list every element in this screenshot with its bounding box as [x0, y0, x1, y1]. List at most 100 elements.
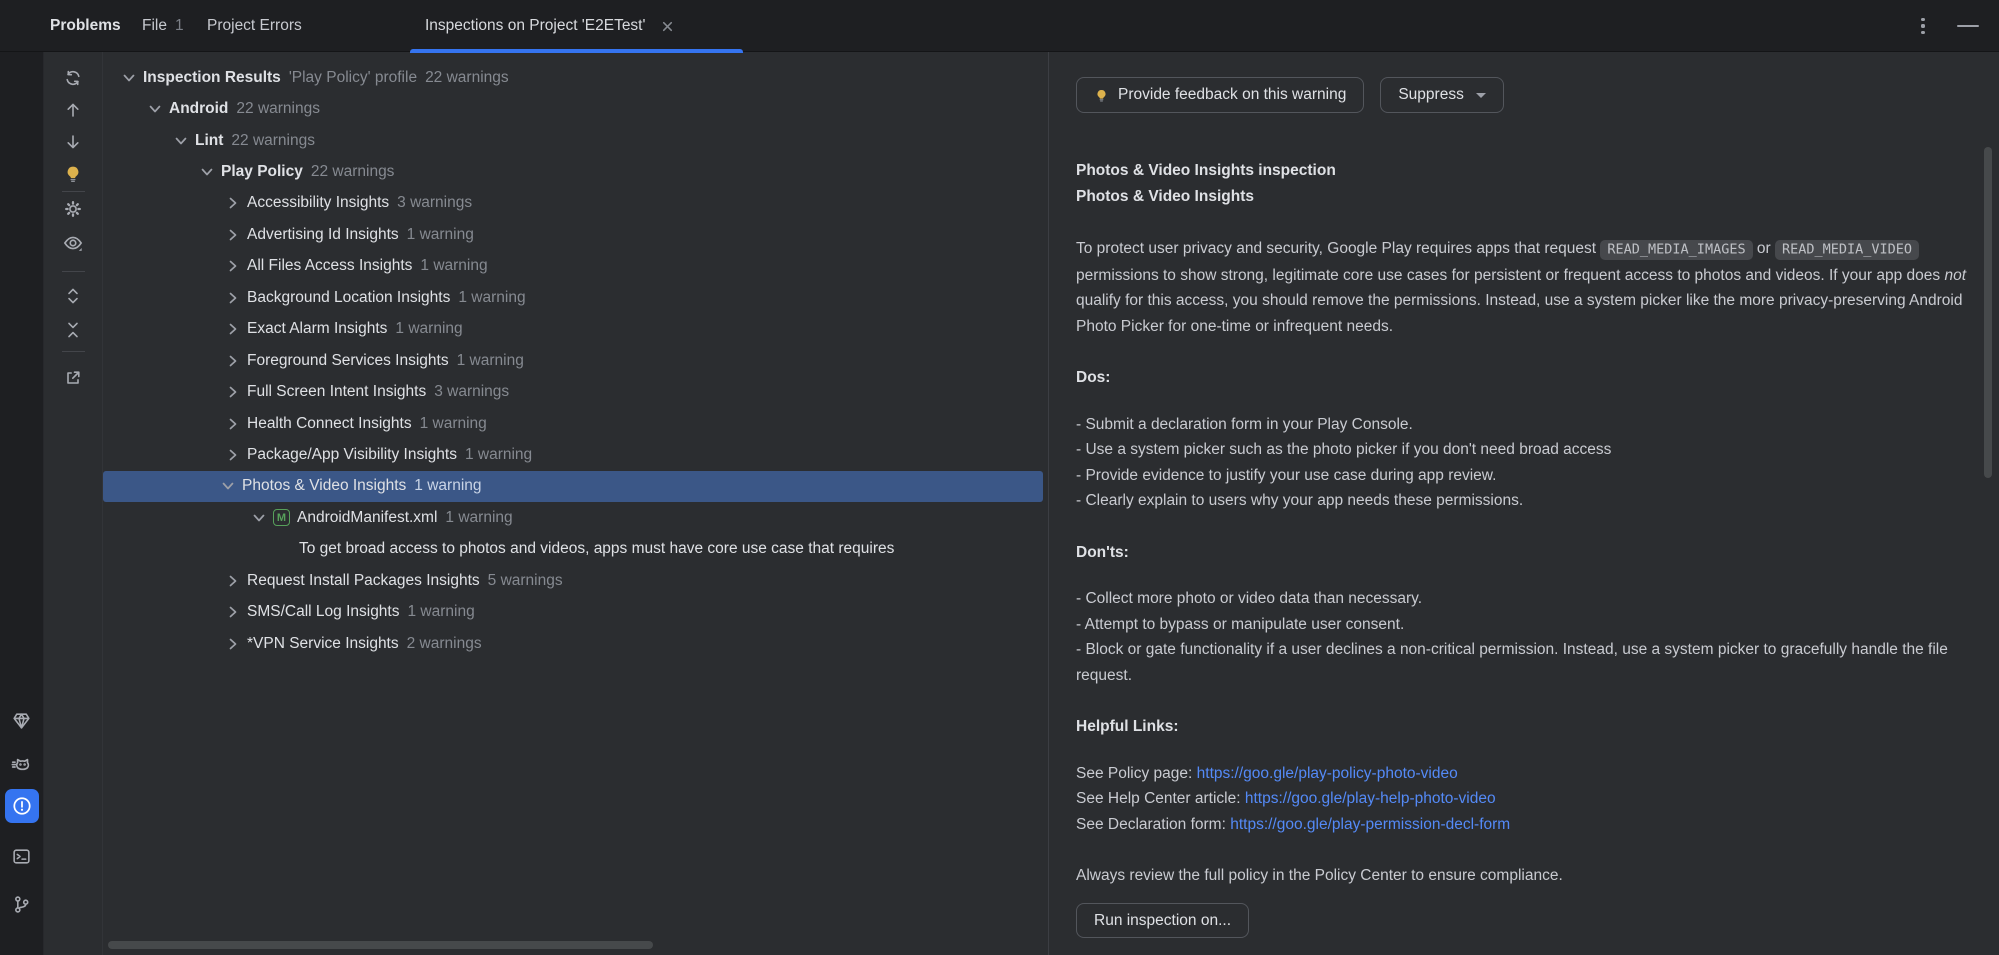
- inspection-settings-button[interactable]: [59, 195, 87, 223]
- tool-window-stripe: [0, 52, 44, 955]
- chevron-right-icon[interactable]: [226, 605, 247, 619]
- warning-count: 1 warning: [458, 289, 525, 307]
- tree-row-all-files-access-insights[interactable]: All Files Access Insights1 warning: [103, 251, 1048, 282]
- permission-code-chip: READ_MEDIA_VIDEO: [1775, 240, 1919, 260]
- rerun-inspection-button[interactable]: [59, 64, 87, 92]
- warning-count: 22 warnings: [231, 132, 315, 150]
- sidebar-item-terminal[interactable]: [8, 842, 36, 870]
- tree-row-label: Play Policy: [221, 163, 303, 181]
- arrow-up-icon: [63, 100, 83, 120]
- expand-all-button[interactable]: [59, 282, 87, 310]
- tree-row-androidmanifest-xml[interactable]: MAndroidManifest.xml1 warning: [103, 502, 1048, 533]
- tree-row-accessibility-insights[interactable]: Accessibility Insights3 warnings: [103, 188, 1048, 219]
- horizontal-scrollbar-thumb[interactable]: [108, 941, 653, 949]
- chevron-right-icon[interactable]: [226, 322, 247, 336]
- run-inspection-label: Run inspection on...: [1094, 912, 1231, 930]
- chevron-right-icon[interactable]: [226, 196, 247, 210]
- tree-row-label: Lint: [195, 132, 223, 150]
- inspection-results-tree: Inspection Results'Play Policy' profile2…: [103, 52, 1048, 955]
- chevron-right-icon[interactable]: [226, 448, 247, 462]
- tree-row-android[interactable]: Android22 warnings: [103, 93, 1048, 124]
- hyperlink[interactable]: https://goo.gle/play-policy-photo-video: [1197, 765, 1458, 782]
- tree-row--vpn-service-insights[interactable]: *VPN Service Insights2 warnings: [103, 628, 1048, 659]
- vertical-scrollbar-thumb[interactable]: [1984, 147, 1992, 478]
- collapse-all-button[interactable]: [59, 316, 87, 344]
- tree-row-label: Accessibility Insights: [247, 194, 389, 212]
- tree-row-label: Background Location Insights: [247, 289, 450, 307]
- tree-row-subtitle: 'Play Policy' profile: [289, 69, 417, 87]
- minimize-icon[interactable]: [1957, 25, 1979, 28]
- problems-exclamation-icon: [11, 795, 33, 817]
- warning-count: 22 warnings: [425, 69, 509, 87]
- tab-file[interactable]: File1: [142, 0, 184, 52]
- text-segment: Don'ts:: [1076, 544, 1129, 561]
- description-paragraph: - Collect more photo or video data than …: [1076, 586, 1973, 688]
- hyperlink[interactable]: https://goo.gle/play-permission-decl-for…: [1230, 816, 1510, 833]
- warning-count: 1 warning: [465, 446, 532, 464]
- view-options-button[interactable]: [59, 229, 87, 257]
- inspection-title: Photos & Video Insights inspection: [1076, 158, 1973, 184]
- warning-count: 5 warnings: [488, 572, 563, 590]
- chevron-right-icon[interactable]: [226, 417, 247, 431]
- toolbar-separator: [62, 271, 85, 272]
- chevron-right-icon[interactable]: [226, 385, 247, 399]
- eye-icon: [62, 232, 84, 254]
- toolbar-separator: [62, 191, 85, 192]
- sidebar-item-logcat[interactable]: [8, 752, 36, 780]
- toolbar-separator: [62, 351, 85, 352]
- tab-close-icon[interactable]: [659, 18, 675, 34]
- tree-row-photos-video-insights[interactable]: Photos & Video Insights1 warning: [103, 471, 1043, 502]
- more-options-kebab-icon[interactable]: [1915, 18, 1931, 34]
- sidebar-item-problems[interactable]: [5, 789, 39, 823]
- text-segment: See Policy page:: [1076, 765, 1197, 782]
- next-problem-button[interactable]: [59, 128, 87, 156]
- description-paragraph: See Policy page: https://goo.gle/play-po…: [1076, 761, 1973, 838]
- tree-row-foreground-services-insights[interactable]: Foreground Services Insights1 warning: [103, 345, 1048, 376]
- suppress-button[interactable]: Suppress: [1380, 77, 1503, 113]
- chevron-down-icon[interactable]: [252, 511, 273, 525]
- tree-row-label: Health Connect Insights: [247, 415, 412, 433]
- tree-row-advertising-id-insights[interactable]: Advertising Id Insights1 warning: [103, 219, 1048, 250]
- details-action-row: Provide feedback on this warning Suppres…: [1076, 77, 1504, 113]
- apply-quickfix-button[interactable]: [59, 160, 87, 188]
- tree-warning-message[interactable]: To get broad access to photos and videos…: [103, 534, 1048, 565]
- warning-count: 1 warning: [395, 320, 462, 338]
- permission-code-chip: READ_MEDIA_IMAGES: [1600, 240, 1752, 260]
- git-branch-icon: [11, 894, 32, 915]
- tree-row-play-policy[interactable]: Play Policy22 warnings: [103, 156, 1048, 187]
- previous-problem-button[interactable]: [59, 96, 87, 124]
- run-inspection-button[interactable]: Run inspection on...: [1076, 903, 1249, 938]
- chevron-right-icon[interactable]: [226, 637, 247, 651]
- hyperlink[interactable]: https://goo.gle/play-help-photo-video: [1245, 790, 1496, 807]
- tree-row-lint[interactable]: Lint 22 warnings: [103, 125, 1048, 156]
- tree-row-background-location-insights[interactable]: Background Location Insights 1 warning: [103, 282, 1048, 313]
- chevron-right-icon[interactable]: [226, 259, 247, 273]
- chevron-down-icon[interactable]: [221, 479, 242, 493]
- tree-row-exact-alarm-insights[interactable]: Exact Alarm Insights1 warning: [103, 314, 1048, 345]
- tool-window-title[interactable]: Problems: [50, 0, 121, 52]
- tree-row-full-screen-intent-insights[interactable]: Full Screen Intent Insights3 warnings: [103, 376, 1048, 407]
- chevron-down-icon[interactable]: [174, 134, 195, 148]
- sidebar-item-plugin[interactable]: [8, 706, 36, 734]
- tree-row-health-connect-insights[interactable]: Health Connect Insights1 warning: [103, 408, 1048, 439]
- tree-row-package-app-visibility-insights[interactable]: Package/App Visibility Insights1 warning: [103, 439, 1048, 470]
- chevron-down-icon[interactable]: [200, 165, 221, 179]
- tab-inspections-on-project-e2etest-[interactable]: Inspections on Project 'E2ETest': [410, 0, 743, 52]
- lightbulb-icon: [1094, 88, 1109, 103]
- text-segment: Dos:: [1076, 369, 1110, 386]
- chevron-right-icon[interactable]: [226, 228, 247, 242]
- chevron-down-icon[interactable]: [122, 71, 143, 85]
- chevron-down-icon[interactable]: [148, 102, 169, 116]
- chevron-right-icon[interactable]: [226, 574, 247, 588]
- tree-row-request-install-packages-insights[interactable]: Request Install Packages Insights5 warni…: [103, 565, 1048, 596]
- warning-count: 1 warning: [408, 603, 475, 621]
- tree-row-inspection-results[interactable]: Inspection Results'Play Policy' profile2…: [103, 62, 1048, 93]
- section-heading: Dos:: [1076, 365, 1973, 391]
- tree-row-sms-call-log-insights[interactable]: SMS/Call Log Insights1 warning: [103, 596, 1048, 627]
- chevron-right-icon[interactable]: [226, 291, 247, 305]
- provide-feedback-button[interactable]: Provide feedback on this warning: [1076, 77, 1364, 113]
- chevron-right-icon[interactable]: [226, 354, 247, 368]
- sidebar-item-version-control[interactable]: [8, 890, 36, 918]
- tab-project-errors[interactable]: Project Errors: [207, 0, 302, 52]
- export-button[interactable]: [59, 364, 87, 392]
